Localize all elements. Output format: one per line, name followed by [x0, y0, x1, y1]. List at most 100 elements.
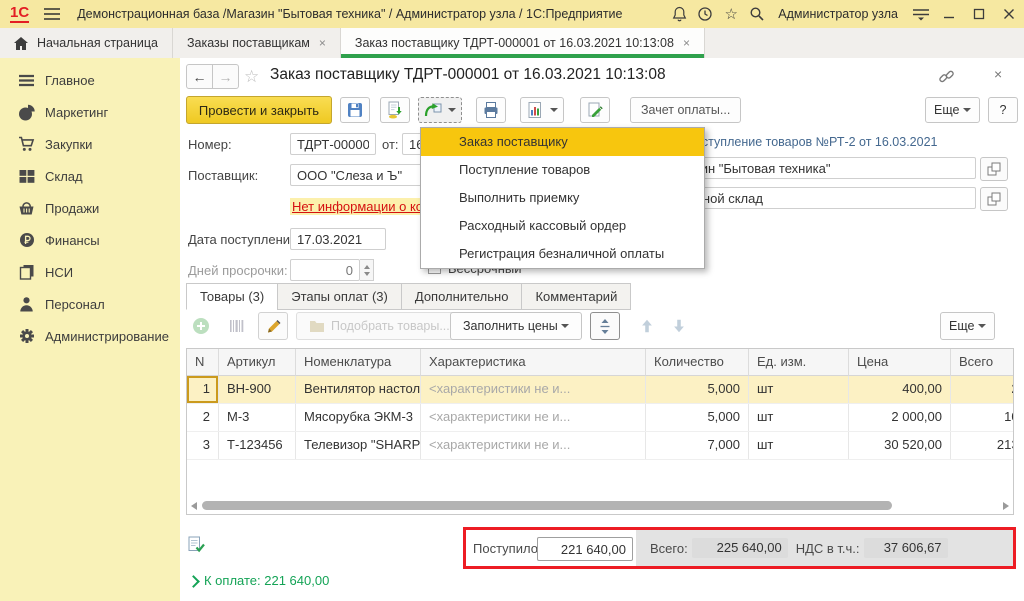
receipt-date-input[interactable]: [290, 228, 386, 250]
cell-characteristic[interactable]: <характеристики не и...: [421, 404, 646, 431]
tab-close-icon[interactable]: ×: [319, 36, 326, 50]
cell-quantity[interactable]: 7,000: [646, 432, 749, 459]
help-button[interactable]: ?: [988, 97, 1018, 123]
add-row-button[interactable]: [186, 312, 216, 340]
cell-nomenclature[interactable]: Мясорубка ЭКМ-3: [296, 404, 421, 431]
tab-close-icon[interactable]: ×: [683, 36, 690, 50]
cell-price[interactable]: 2 000,00: [849, 404, 951, 431]
window-close-button[interactable]: [994, 0, 1024, 28]
sidebar-item-marketing[interactable]: Маркетинг: [0, 96, 180, 128]
col-header-unit[interactable]: Ед. изм.: [749, 349, 849, 376]
overdue-days-input[interactable]: [290, 259, 360, 281]
warehouse-open-button[interactable]: [980, 187, 1008, 211]
post-document-button[interactable]: [380, 97, 410, 123]
table-row[interactable]: 3 Т-123456 Телевизор "SHARP" <характерис…: [187, 432, 1014, 460]
payable-link[interactable]: К оплате: 221 640,00: [204, 573, 329, 588]
cell-nomenclature[interactable]: Вентилятор настольный: [296, 376, 421, 403]
scroll-right-icon[interactable]: [1003, 502, 1009, 510]
print-button[interactable]: [476, 97, 506, 123]
menu-item-goods-receipt[interactable]: Поступление товаров: [421, 156, 704, 184]
history-icon[interactable]: [692, 0, 718, 28]
sidebar-item-warehouse[interactable]: Склад: [0, 160, 180, 192]
payment-offset-button[interactable]: Зачет оплаты...: [630, 97, 741, 123]
table-row[interactable]: 2 М-3 Мясорубка ЭКМ-3 <характеристики не…: [187, 404, 1014, 432]
cell-price[interactable]: 400,00: [849, 376, 951, 403]
cell-unit[interactable]: шт: [749, 376, 849, 403]
tab-payment-stages[interactable]: Этапы оплат (3): [277, 283, 402, 310]
search-icon[interactable]: [744, 0, 770, 28]
sidebar-item-administration[interactable]: Администрирование: [0, 320, 180, 352]
col-header-quantity[interactable]: Количество: [646, 349, 749, 376]
col-header-characteristic[interactable]: Характеристика: [421, 349, 646, 376]
cell-unit[interactable]: шт: [749, 404, 849, 431]
col-header-article[interactable]: Артикул: [219, 349, 296, 376]
col-header-n[interactable]: N: [187, 349, 219, 376]
col-header-price[interactable]: Цена: [849, 349, 951, 376]
menu-item-perform-acceptance[interactable]: Выполнить приемку: [421, 184, 704, 212]
cell-total[interactable]: 213 640,00: [951, 432, 1014, 459]
scroll-left-icon[interactable]: [191, 502, 197, 510]
nav-back-button[interactable]: ←: [186, 64, 213, 89]
fill-prices-button[interactable]: Заполнить цены: [450, 312, 582, 340]
organization-input[interactable]: [658, 157, 976, 179]
sidebar-item-nsi[interactable]: НСИ: [0, 256, 180, 288]
goods-receipt-link[interactable]: Поступление товаров №РТ-2 от 16.03.2021: [686, 135, 937, 149]
current-user[interactable]: Администратор узла: [778, 7, 898, 21]
main-menu-icon[interactable]: [43, 7, 61, 21]
notifications-bell-icon[interactable]: [666, 0, 692, 28]
warehouse-input[interactable]: [658, 187, 976, 209]
tab-supplier-orders[interactable]: Заказы поставщикам ×: [173, 28, 341, 58]
more-button[interactable]: Еще: [925, 97, 980, 123]
barcode-scan-button[interactable]: [222, 312, 252, 340]
organization-open-button[interactable]: [980, 157, 1008, 181]
tab-supplier-order-document[interactable]: Заказ поставщику ТДРТ-000001 от 16.03.20…: [341, 28, 705, 58]
cell-n[interactable]: 2: [187, 404, 219, 431]
cell-n[interactable]: 3: [187, 432, 219, 459]
col-header-nomenclature[interactable]: Номенклатура: [296, 349, 421, 376]
window-maximize-button[interactable]: [964, 0, 994, 28]
edit-document-button[interactable]: [580, 97, 610, 123]
received-input[interactable]: [537, 537, 633, 561]
get-link-icon[interactable]: [938, 68, 955, 85]
move-row-up-button[interactable]: [632, 312, 662, 340]
expand-payable-chevron-icon[interactable]: [187, 575, 200, 588]
cell-quantity[interactable]: 5,000: [646, 376, 749, 403]
cell-article[interactable]: Т-123456: [219, 432, 296, 459]
number-input[interactable]: [290, 133, 376, 155]
cell-unit[interactable]: шт: [749, 432, 849, 459]
cell-characteristic[interactable]: <характеристики не и...: [421, 432, 646, 459]
create-based-on-button[interactable]: [418, 97, 462, 123]
form-close-icon[interactable]: ×: [994, 66, 1002, 82]
edit-row-button[interactable]: [258, 312, 288, 340]
cell-nomenclature[interactable]: Телевизор "SHARP": [296, 432, 421, 459]
sidebar-item-purchases[interactable]: Закупки: [0, 128, 180, 160]
menu-item-cash-voucher[interactable]: Расходный кассовый ордер: [421, 212, 704, 240]
save-button[interactable]: [340, 97, 370, 123]
tab-home[interactable]: Начальная страница: [0, 28, 173, 58]
cell-characteristic[interactable]: <характеристики не и...: [421, 376, 646, 403]
sidebar-item-finance[interactable]: Финансы: [0, 224, 180, 256]
cell-quantity[interactable]: 5,000: [646, 404, 749, 431]
post-and-close-button[interactable]: Провести и закрыть: [186, 96, 332, 124]
sidebar-item-personnel[interactable]: Персонал: [0, 288, 180, 320]
table-more-button[interactable]: Еще: [940, 312, 995, 340]
col-header-total[interactable]: Всего: [951, 349, 1014, 376]
menu-item-supplier-order[interactable]: Заказ поставщику: [421, 128, 704, 156]
tab-additional[interactable]: Дополнительно: [401, 283, 523, 310]
service-settings-icon[interactable]: [908, 0, 934, 28]
sidebar-item-sales[interactable]: Продажи: [0, 192, 180, 224]
cell-total[interactable]: 10 000,00: [951, 404, 1014, 431]
horizontal-scrollbar[interactable]: [188, 500, 1012, 511]
cell-total[interactable]: 2 000,00: [951, 376, 1014, 403]
cell-n[interactable]: 1: [187, 376, 219, 403]
sidebar-item-main[interactable]: Главное: [0, 64, 180, 96]
cell-article[interactable]: М-3: [219, 404, 296, 431]
expand-rows-button[interactable]: [590, 312, 620, 340]
scrollbar-thumb[interactable]: [202, 501, 892, 510]
menu-item-cashless-payment[interactable]: Регистрация безналичной оплаты: [421, 240, 704, 268]
cell-price[interactable]: 30 520,00: [849, 432, 951, 459]
window-minimize-button[interactable]: [934, 0, 964, 28]
nav-forward-button[interactable]: →: [212, 64, 239, 89]
tab-goods[interactable]: Товары (3): [186, 283, 278, 310]
cell-article[interactable]: ВН-900: [219, 376, 296, 403]
